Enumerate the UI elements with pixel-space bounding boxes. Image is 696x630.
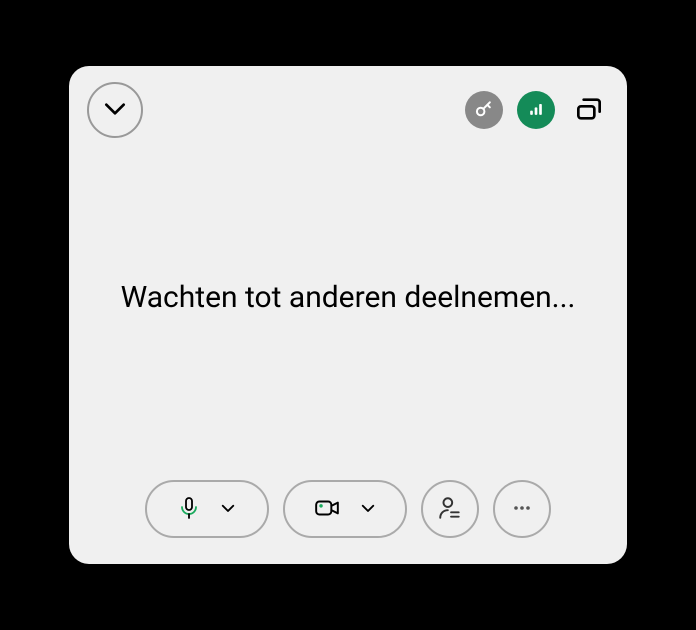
meeting-window: Wachten tot anderen deelnemen... — [69, 66, 627, 564]
more-horizontal-icon — [510, 496, 534, 523]
camera-icon — [313, 495, 341, 524]
microphone-icon — [177, 495, 201, 524]
bottom-controls — [69, 480, 627, 564]
microphone-control[interactable] — [145, 480, 269, 538]
status-message: Wachten tot anderen deelnemen... — [69, 114, 627, 480]
chevron-down-icon — [359, 499, 377, 520]
participants-button[interactable] — [421, 480, 479, 538]
camera-control[interactable] — [283, 480, 407, 538]
more-options-button[interactable] — [493, 480, 551, 538]
participants-icon — [437, 495, 463, 524]
chevron-down-icon — [219, 499, 237, 520]
